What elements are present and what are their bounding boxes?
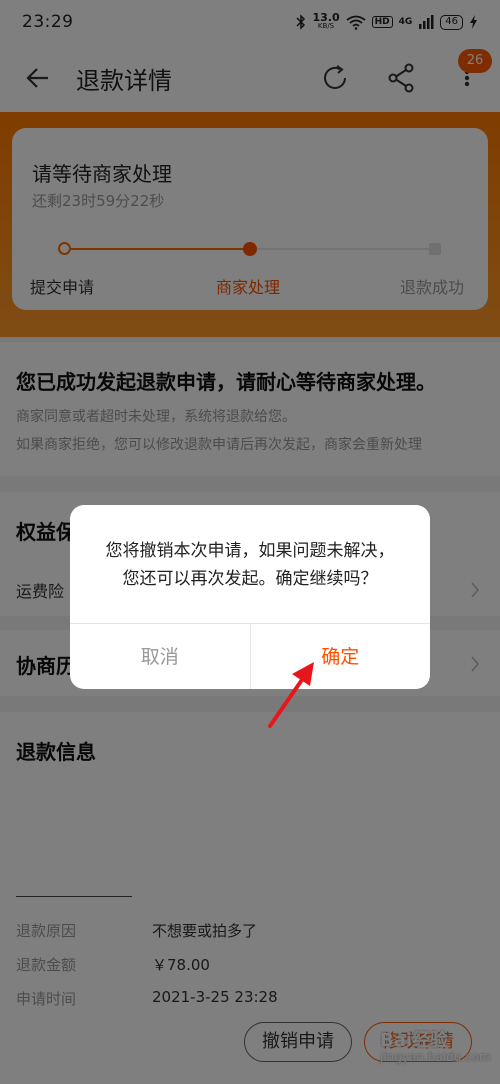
dialog-buttons: 取消 确定	[70, 623, 430, 689]
dialog-cancel-button[interactable]: 取消	[70, 624, 251, 689]
confirm-dialog: 您将撤销本次申请，如果问题未解决， 您还可以再次发起。确定继续吗？ 取消 确定	[70, 505, 430, 689]
dialog-message-line-1: 您将撤销本次申请，如果问题未解决，	[105, 541, 395, 561]
dialog-message: 您将撤销本次申请，如果问题未解决， 您还可以再次发起。确定继续吗？	[70, 537, 430, 593]
dialog-message-line-2: 您还可以再次发起。确定继续吗？	[122, 569, 378, 589]
annotation-arrow-icon	[268, 662, 314, 728]
